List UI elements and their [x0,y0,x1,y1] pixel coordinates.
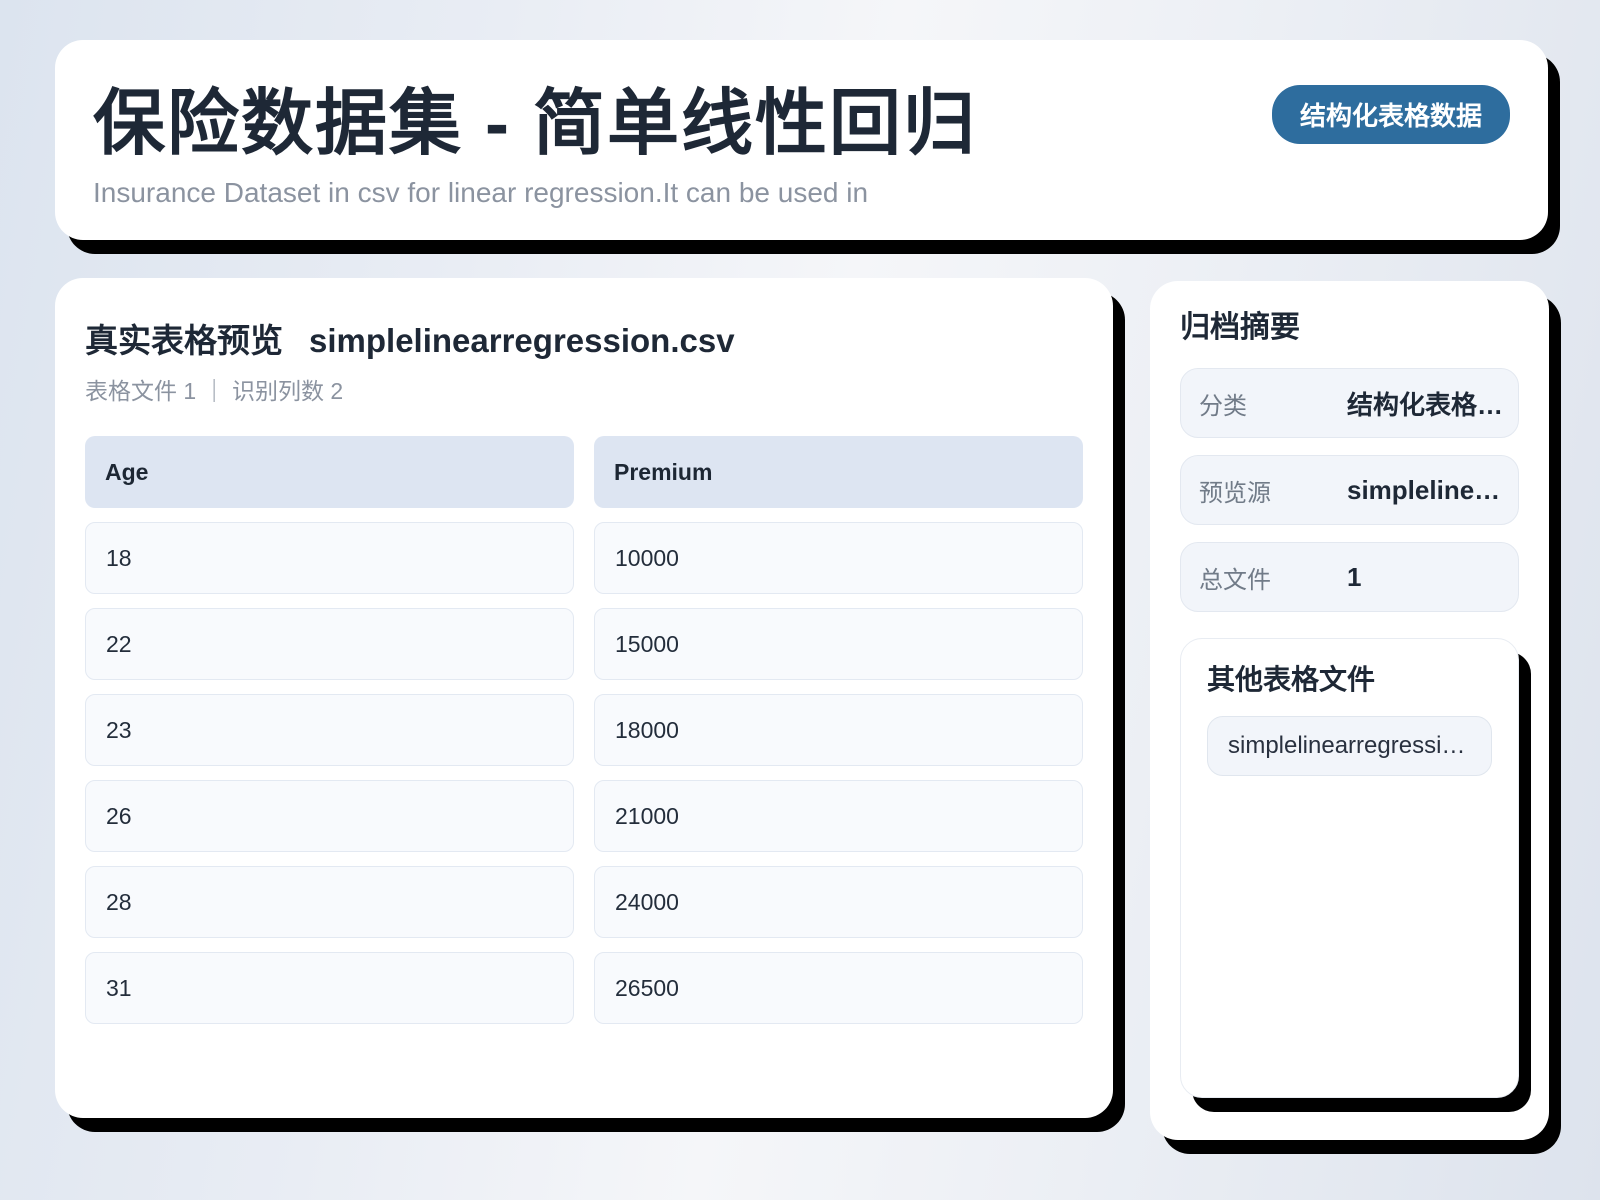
table-cell: 24000 [594,866,1083,938]
file-list: simplelinearregression.csv [1207,715,1492,776]
preview-meta: 表格文件 1 ｜ 识别列数 2 [85,378,344,404]
table-cell: 10000 [594,522,1083,594]
table-cell: 28 [85,866,574,938]
table-cell: 26500 [594,952,1083,1024]
summary-item-label: 分类 [1199,392,1247,420]
summary-item-label: 预览源 [1199,479,1271,507]
category-badge: 结构化表格数据 [1271,85,1510,144]
table-cell: 18000 [594,694,1083,766]
table-cell: 23 [85,694,574,766]
preview-header: 真实表格预览 simplelinearregression.csv [85,314,1083,362]
preview-title: 真实表格预览 [85,322,283,359]
table-cell: 31 [85,952,574,1024]
column-header: Age [85,436,574,508]
column-header: Premium [594,436,1083,508]
table-cell: 15000 [594,608,1083,680]
table-cell: 18 [85,522,574,594]
archive-summary-title: 归档摘要 [1180,311,1300,344]
file-pill[interactable]: simplelinearregression.csv [1207,715,1492,776]
preview-filename: simplelinearregression.csv [309,322,735,359]
summary-item-value: 结构化表格数据 [1347,389,1504,420]
data-table: Age Premium 18 10000 22 15000 23 18000 26 21000 28… [85,436,1083,1024]
other-files-card: 其他表格文件 simplelinearregression.csv [1180,638,1519,1098]
table-cell: 22 [85,608,574,680]
table-cell: 21000 [594,780,1083,852]
summary-item: 预览源 simplelinearregression.csv [1180,455,1519,525]
summary-list: 分类 结构化表格数据预览源 simplelinearregression.csv 总文… [1180,368,1519,612]
summary-item: 总文件 1 [1180,542,1519,612]
summary-item-label: 总文件 [1199,566,1271,594]
summary-item-value: 1 [1347,561,1362,592]
header-card: 结构化表格数据 保险数据集 - 简单线性回归 Insurance Dataset… [55,40,1548,240]
other-files-title: 其他表格文件 [1207,664,1376,695]
page-subtitle: Insurance Dataset in csv for linear regr… [93,177,869,209]
summary-item-value: simplelinearregression.csv [1347,474,1504,505]
table-cell: 26 [85,780,574,852]
summary-item: 分类 结构化表格数据 [1180,368,1519,438]
sidebar-card: 归档摘要 分类 结构化表格数据预览源 simplelinearregression.… [1150,281,1549,1140]
preview-card: 真实表格预览 simplelinearregression.csv 表格文件 1… [55,278,1113,1118]
